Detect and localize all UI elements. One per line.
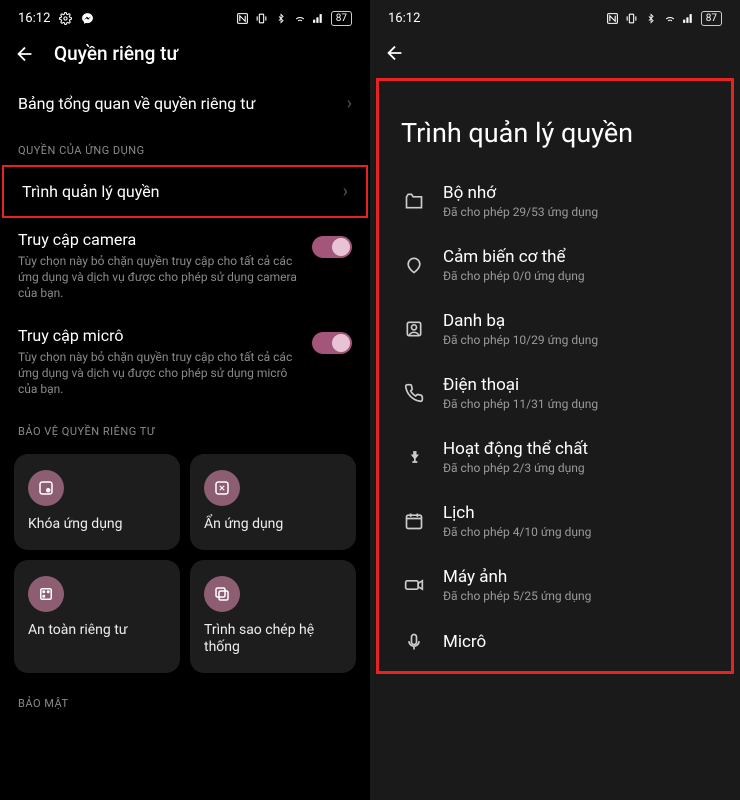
permission-row[interactable]: Lịch Đã cho phép 4/10 ứng dụng — [393, 489, 717, 553]
back-button[interactable] — [384, 42, 406, 64]
camera-icon — [403, 574, 425, 596]
vibrate-icon — [255, 11, 269, 25]
tile-app-lock[interactable]: Khóa ứng dụng — [14, 454, 180, 550]
phone-icon — [403, 382, 425, 404]
permission-title: Cảm biến cơ thể — [443, 247, 707, 267]
permission-manager-row[interactable]: Trình quản lý quyền › — [2, 165, 368, 218]
bluetooth-icon — [644, 11, 658, 25]
permission-title: Bộ nhớ — [443, 183, 707, 203]
toggle-title: Truy cập micrô — [18, 326, 302, 345]
back-button[interactable] — [14, 43, 36, 65]
tile-hide-app[interactable]: Ẩn ứng dụng — [190, 454, 356, 550]
status-time: 16:12 — [18, 11, 50, 26]
permission-row[interactable]: Cảm biến cơ thể Đã cho phép 0/0 ứng dụng — [393, 233, 717, 297]
toggle-desc: Tùy chọn này bỏ chặn quyền truy cập cho … — [18, 349, 302, 398]
activity-icon — [403, 446, 425, 468]
permission-sub: Đã cho phép 29/53 ứng dụng — [443, 205, 707, 219]
permission-title: Micrô — [443, 632, 707, 652]
page-title: Quyền riêng tư — [54, 42, 178, 65]
section-protect-privacy: BẢO VỆ QUYỀN RIÊNG TƯ — [0, 409, 370, 446]
calendar-icon — [403, 510, 425, 532]
lock-icon — [28, 470, 64, 506]
vibrate-icon — [625, 11, 639, 25]
permission-title: Máy ảnh — [443, 567, 707, 587]
permission-row[interactable]: Bộ nhớ Đã cho phép 29/53 ứng dụng — [393, 169, 717, 233]
mic-icon — [403, 631, 425, 653]
hide-icon — [204, 470, 240, 506]
nfc-icon — [606, 11, 620, 25]
tile-clipboard[interactable]: Trình sao chép hệ thống — [190, 560, 356, 673]
safe-icon — [28, 576, 64, 612]
tile-label: Ẩn ứng dụng — [204, 516, 342, 534]
permission-sub: Đã cho phép 4/10 ứng dụng — [443, 525, 707, 539]
heart-icon — [403, 254, 425, 276]
nfc-icon — [236, 11, 250, 25]
section-app-permissions: QUYỀN CỦA ỨNG DỤNG — [0, 128, 370, 165]
gear-icon — [58, 11, 72, 25]
battery-indicator: 87 — [331, 11, 352, 26]
highlighted-region: Trình quản lý quyền Bộ nhớ Đã cho phép 29… — [376, 78, 734, 674]
camera-access-row[interactable]: Truy cập camera Tùy chọn này bỏ chặn quy… — [0, 218, 370, 314]
chevron-right-icon: › — [347, 93, 352, 114]
toggle-title: Truy cập camera — [18, 230, 302, 249]
camera-toggle[interactable] — [312, 236, 352, 258]
bluetooth-icon — [274, 11, 288, 25]
status-bar: 16:12 87 — [370, 0, 740, 32]
mic-access-row[interactable]: Truy cập micrô Tùy chọn này bỏ chặn quyề… — [0, 314, 370, 410]
tile-private-safe[interactable]: An toàn riêng tư — [14, 560, 180, 673]
permission-row[interactable]: Danh bạ Đã cho phép 10/29 ứng dụng — [393, 297, 717, 361]
copy-icon — [204, 576, 240, 612]
signal-icon — [682, 11, 696, 25]
permission-sub: Đã cho phép 10/29 ứng dụng — [443, 333, 707, 347]
wifi-icon — [663, 11, 677, 25]
permission-sub: Đã cho phép 2/3 ứng dụng — [443, 461, 707, 475]
status-bar: 16:12 87 — [0, 0, 370, 32]
wifi-icon — [293, 11, 307, 25]
contact-icon — [403, 318, 425, 340]
tile-label: Khóa ứng dụng — [28, 516, 166, 534]
permission-row[interactable]: Điện thoại Đã cho phép 11/31 ứng dụng — [393, 361, 717, 425]
permission-title: Danh bạ — [443, 311, 707, 331]
permission-sub: Đã cho phép 11/31 ứng dụng — [443, 397, 707, 411]
mic-toggle[interactable] — [312, 332, 352, 354]
privacy-overview-row[interactable]: Bảng tổng quan về quyền riêng tư › — [0, 79, 370, 128]
permission-sub: Đã cho phép 0/0 ứng dụng — [443, 269, 707, 283]
folder-icon — [403, 190, 425, 212]
toggle-desc: Tùy chọn này bỏ chặn quyền truy cập cho … — [18, 253, 302, 302]
permission-row[interactable]: Máy ảnh Đã cho phép 5/25 ứng dụng — [393, 553, 717, 617]
messenger-icon — [80, 11, 94, 25]
battery-indicator: 87 — [701, 11, 722, 26]
row-label: Bảng tổng quan về quyền riêng tư — [18, 94, 347, 113]
permission-title: Hoạt động thể chất — [443, 439, 707, 459]
permission-row[interactable]: Hoạt động thể chất Đã cho phép 2/3 ứng dụ… — [393, 425, 717, 489]
permission-title: Điện thoại — [443, 375, 707, 395]
status-time: 16:12 — [388, 11, 420, 26]
section-security: BẢO MẬT — [0, 681, 370, 718]
permission-title: Lịch — [443, 503, 707, 523]
row-label: Trình quản lý quyền — [22, 182, 343, 201]
permission-sub: Đã cho phép 5/25 ứng dụng — [443, 589, 707, 603]
chevron-right-icon: › — [343, 181, 348, 202]
signal-icon — [312, 11, 326, 25]
tile-label: Trình sao chép hệ thống — [204, 622, 342, 657]
page-title: Trình quản lý quyền — [379, 81, 731, 169]
permission-row[interactable]: Micrô — [393, 617, 717, 667]
tile-label: An toàn riêng tư — [28, 622, 166, 640]
